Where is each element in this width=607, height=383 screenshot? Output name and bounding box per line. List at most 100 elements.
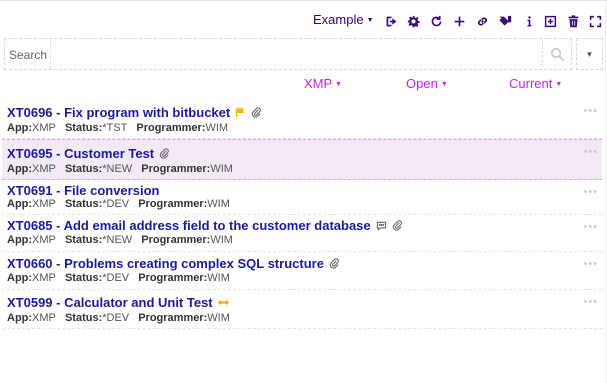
trash-icon[interactable] [565,13,581,29]
status-label: Status: [64,122,103,134]
caret-down-icon: ▼ [585,49,594,59]
more-options-icon[interactable]: ••• [583,258,598,270]
search-box: Search [4,38,572,70]
comment-icon [376,220,387,231]
task-list: XT0696 - Fix program with bitbucket App:… [2,99,602,329]
status-value: *TST [102,122,128,134]
status-value: *DEV [102,198,130,210]
link-icon[interactable] [474,13,490,29]
fullscreen-icon[interactable] [587,13,603,29]
search-label: Search [9,48,48,62]
item-title[interactable]: XT0685 - Add email address field to the … [7,218,371,233]
app-value: XMP [32,234,56,246]
caret-down-icon: ▼ [335,81,343,88]
top-border [0,0,607,4]
status-label: Status: [64,234,103,246]
filter-status-label: Open [406,76,438,91]
item-title[interactable]: XT0660 - Problems creating complex SQL s… [7,256,324,271]
item-meta: App:XMP Status:*DEV Programmer:WIM [7,272,602,284]
app-label: App: [7,312,33,324]
paperclip-icon [159,148,170,159]
programmer-label: Programmer: [138,312,208,324]
horizontal-arrows-icon [217,297,229,308]
item-meta: App:XMP Status:*TST Programmer:WIM [7,122,602,134]
status-label: Status: [64,198,103,210]
app-label: App: [7,122,33,134]
paperclip-icon [329,258,340,269]
more-options-icon[interactable]: ••• [583,186,598,198]
app-label: App: [7,198,33,210]
more-options-icon[interactable]: ••• [583,105,598,117]
status-value: *DEV [102,272,130,284]
search-icon[interactable] [542,41,572,67]
app-label: App: [7,272,33,284]
more-options-icon[interactable]: ••• [583,146,598,158]
flag-icon [235,107,246,118]
item-title[interactable]: XT0599 - Calculator and Unit Test [7,295,213,310]
programmer-label: Programmer: [141,163,211,175]
filter-app-dropdown[interactable]: XMP ▼ [304,76,342,91]
list-item[interactable]: XT0685 - Add email address field to the … [2,215,602,252]
right-border [605,0,606,383]
list-item[interactable]: XT0660 - Problems creating complex SQL s… [2,252,602,290]
app-value: XMP [32,163,56,175]
exit-icon[interactable] [383,13,399,29]
status-label: Status: [64,312,103,324]
paperclip-icon [392,220,403,231]
item-title[interactable]: XT0696 - Fix program with bitbucket [7,105,230,120]
item-title[interactable]: XT0691 - File conversion [7,183,159,198]
tag-icon[interactable] [497,13,513,29]
app-value: XMP [32,312,56,324]
search-input[interactable] [50,39,570,69]
programmer-value: WIM [210,234,233,246]
programmer-label: Programmer: [136,122,206,134]
caret-down-icon: ▼ [440,81,448,88]
item-meta: App:XMP Status:*NEW Programmer:WIM [7,234,602,246]
more-options-icon[interactable]: ••• [583,296,598,308]
item-title[interactable]: XT0695 - Customer Test [7,146,154,161]
caret-down-icon: ▼ [366,17,374,24]
programmer-value: WIM [207,312,230,324]
item-meta: App:XMP Status:*DEV Programmer:WIM [7,312,602,324]
programmer-value: WIM [210,163,233,175]
filter-status-dropdown[interactable]: Open ▼ [406,76,448,91]
paperclip-icon [251,107,262,118]
toolbar: Example ▼ [0,12,607,30]
programmer-label: Programmer: [138,272,208,284]
caret-down-icon: ▼ [555,81,563,88]
app-label: App: [7,163,33,175]
info-icon[interactable] [521,13,537,29]
programmer-label: Programmer: [141,234,211,246]
example-dropdown[interactable]: Example ▼ [313,12,374,27]
item-meta: App:XMP Status:*DEV Programmer:WIM [7,198,602,210]
list-item[interactable]: XT0599 - Calculator and Unit Test App:XM… [2,290,602,329]
filter-period-label: Current [509,76,553,91]
app-label: App: [7,234,33,246]
programmer-value: WIM [205,122,229,134]
app-value: XMP [32,198,56,210]
programmer-value: WIM [207,198,230,210]
status-label: Status: [64,272,103,284]
item-meta: App:XMP Status:*NEW Programmer:WIM [7,163,602,175]
gear-icon[interactable] [405,13,421,29]
status-value: *DEV [102,312,130,324]
app-value: XMP [32,272,56,284]
plus-icon[interactable] [451,13,467,29]
filter-bar: XMP ▼ Open ▼ Current ▼ [0,76,607,92]
search-options-dropdown[interactable]: ▼ [576,38,603,70]
status-value: *NEW [102,163,133,175]
example-dropdown-label: Example [313,12,364,27]
programmer-label: Programmer: [138,198,208,210]
list-item[interactable]: XT0696 - Fix program with bitbucket App:… [2,99,602,139]
status-label: Status: [64,163,103,175]
status-value: *NEW [102,234,133,246]
add-box-icon[interactable] [542,13,558,29]
filter-period-dropdown[interactable]: Current ▼ [509,76,562,91]
refresh-icon[interactable] [428,13,444,29]
programmer-value: WIM [207,272,230,284]
app-value: XMP [32,122,56,134]
filter-app-label: XMP [304,76,333,91]
more-options-icon[interactable]: ••• [583,221,598,233]
list-item[interactable]: XT0691 - File conversion App:XMP Status:… [2,180,602,215]
list-item-selected[interactable]: XT0695 - Customer Test App:XMP Status:*N… [2,139,602,180]
